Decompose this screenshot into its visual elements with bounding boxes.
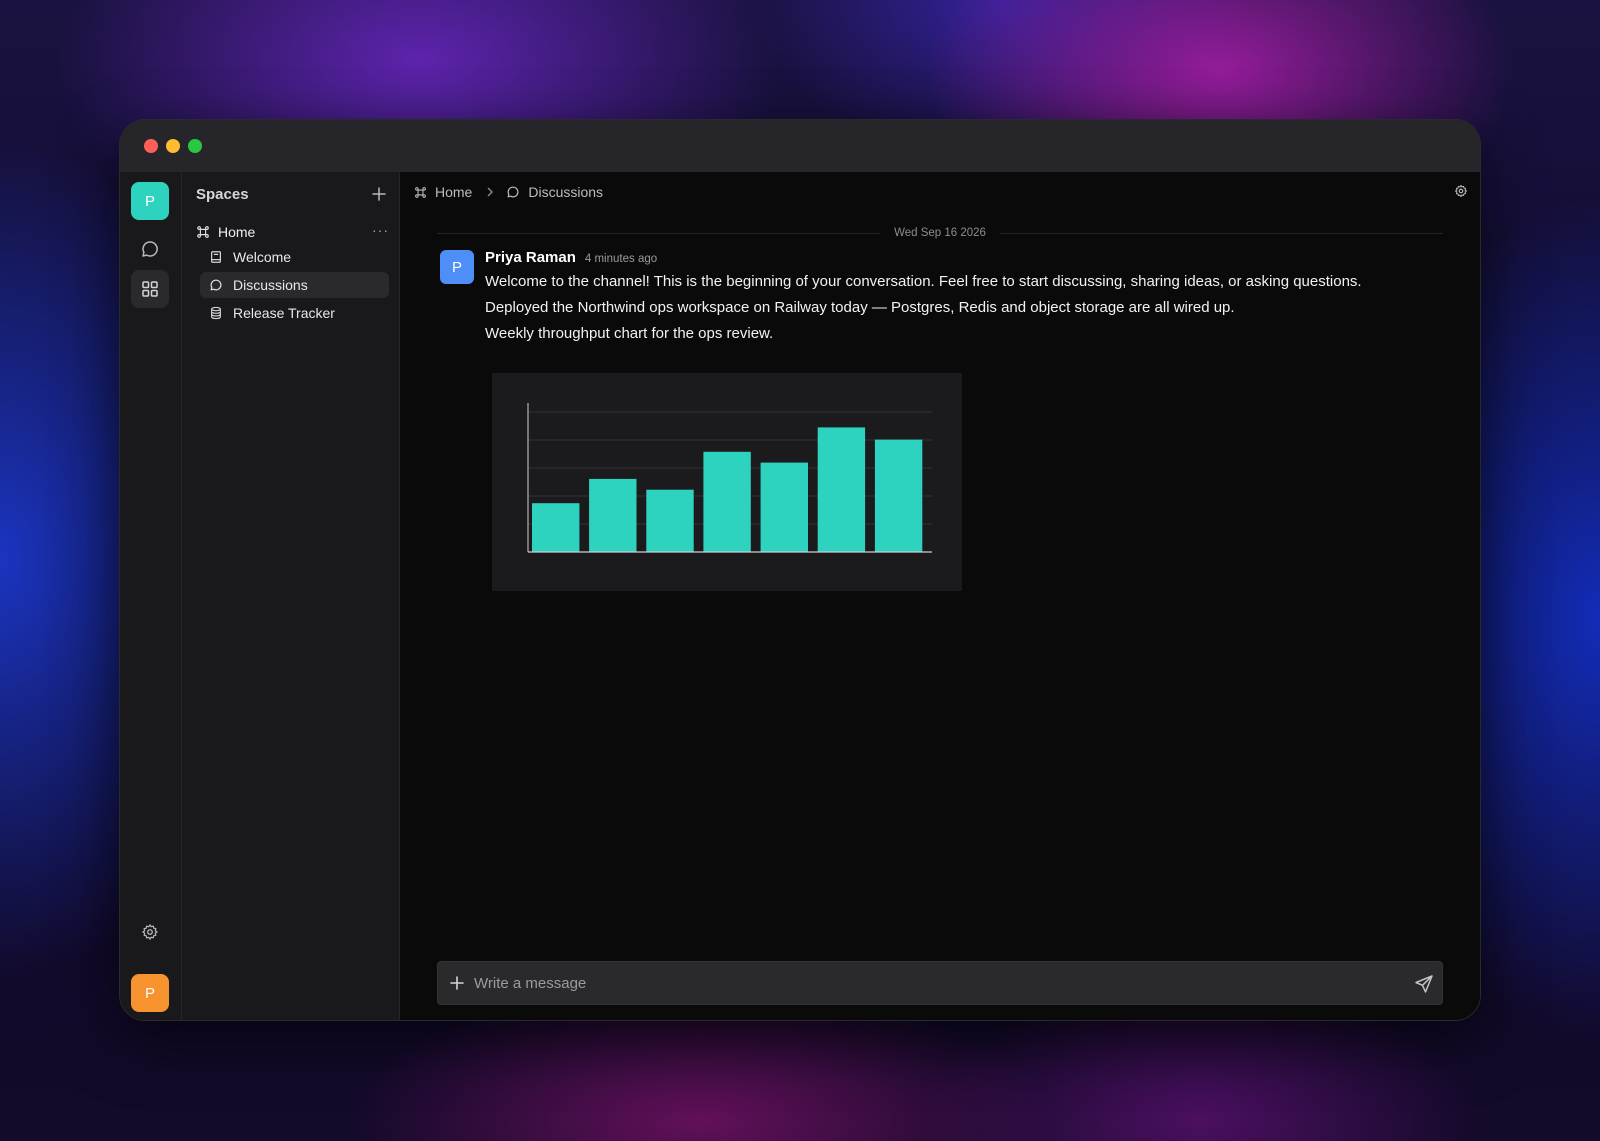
chart-bar xyxy=(760,462,808,552)
send-icon[interactable] xyxy=(1414,974,1434,994)
chat-bubble-icon xyxy=(507,186,519,198)
sidebar-item-discussions[interactable]: Discussions xyxy=(200,272,389,298)
date-label: Wed Sep 16 2026 xyxy=(894,227,986,239)
chart-bar xyxy=(703,451,751,552)
bar-chart xyxy=(527,403,932,553)
chevron-right-icon xyxy=(487,187,494,197)
breadcrumb-home-link[interactable]: Home xyxy=(435,184,472,200)
gear-icon[interactable] xyxy=(1454,184,1468,198)
chart-bar xyxy=(589,478,637,552)
add-space-icon[interactable] xyxy=(371,186,387,202)
breadcrumb-current: Discussions xyxy=(528,184,604,200)
chat-bubble-icon xyxy=(142,241,158,257)
chart-bar xyxy=(874,439,923,552)
divider-line xyxy=(999,232,1443,234)
grid-icon xyxy=(142,281,158,297)
sidebar-title: Spaces xyxy=(196,186,249,203)
sidebar-item-welcome[interactable]: Welcome xyxy=(200,244,389,270)
sidebar-item-label: Release Tracker xyxy=(233,305,335,321)
minimize-window-button[interactable] xyxy=(166,139,180,153)
sidebar-item-label: Home xyxy=(218,224,256,240)
message-header: Priya Raman 4 minutes ago xyxy=(485,249,657,266)
message-author[interactable]: Priya Raman xyxy=(485,249,576,266)
add-attachment-icon[interactable] xyxy=(449,975,465,991)
breadcrumb: Home Discussions xyxy=(414,182,603,202)
sidebar-item-label: Welcome xyxy=(233,249,292,265)
message-avatar[interactable]: P xyxy=(440,250,474,284)
app-window: P P Spaces Home ··· Welcome Discussions … xyxy=(119,119,1481,1021)
spaces-sidebar: Spaces Home ··· Welcome Discussions Rele… xyxy=(182,172,400,1020)
chat-bubble-icon xyxy=(210,279,222,291)
divider-line xyxy=(437,232,881,234)
database-icon xyxy=(211,306,221,320)
gear-icon xyxy=(142,924,158,940)
title-bar xyxy=(120,120,1480,172)
message-input[interactable] xyxy=(474,962,1396,1004)
settings-button[interactable] xyxy=(131,913,169,951)
sidebar-item-home[interactable]: Home xyxy=(196,221,389,243)
command-icon xyxy=(197,226,209,238)
chart-bar xyxy=(646,489,694,552)
message-timestamp: 4 minutes ago xyxy=(584,253,658,265)
command-icon xyxy=(415,186,426,198)
sidebar-item-label: Discussions xyxy=(233,277,308,293)
spaces-nav-button[interactable] xyxy=(131,270,169,308)
workspace-avatar[interactable]: P xyxy=(131,182,169,220)
message-text: Deployed the Northwind ops workspace on … xyxy=(485,299,1235,316)
message-text: Weekly throughput chart for the ops revi… xyxy=(485,325,774,342)
sidebar-item-release-tracker[interactable]: Release Tracker xyxy=(200,300,389,326)
more-options-icon[interactable]: ··· xyxy=(372,222,389,238)
message-composer xyxy=(437,961,1443,1005)
chart-attachment[interactable] xyxy=(492,373,962,591)
chart-bar xyxy=(817,427,866,552)
message-text: Welcome to the channel! This is the begi… xyxy=(485,273,1362,290)
chart-bar xyxy=(532,503,580,552)
close-window-button[interactable] xyxy=(144,139,158,153)
zoom-window-button[interactable] xyxy=(188,139,202,153)
app-rail: P P xyxy=(120,172,182,1020)
main-pane: Home Discussions Wed Sep 16 2026 P Priya… xyxy=(400,172,1480,1020)
book-icon xyxy=(211,251,221,263)
chats-nav-button[interactable] xyxy=(131,230,169,268)
date-divider: Wed Sep 16 2026 xyxy=(437,226,1443,240)
user-avatar[interactable]: P xyxy=(131,974,169,1012)
